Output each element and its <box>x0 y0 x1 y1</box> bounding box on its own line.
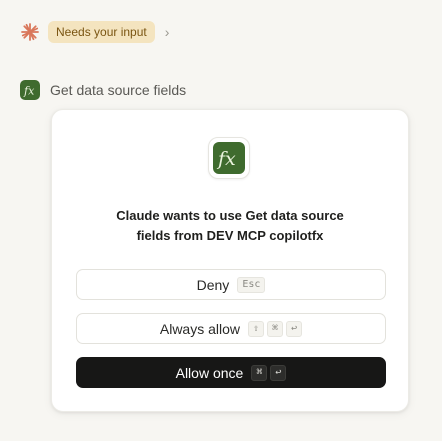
permission-title-line-1: Claude wants to use Get data source <box>116 208 344 223</box>
svg-text:fx: fx <box>216 148 236 170</box>
function-fx-icon: fx <box>20 80 40 100</box>
always-allow-label: Always allow <box>159 320 241 337</box>
deny-button[interactable]: Deny Esc <box>76 269 386 300</box>
status-row[interactable]: Needs your input › <box>20 20 169 44</box>
function-fx-icon: fx <box>213 142 245 174</box>
status-badge: Needs your input <box>48 21 155 43</box>
allow-once-button[interactable]: Allow once ⌘ ↩ <box>76 357 386 388</box>
always-allow-button[interactable]: Always allow ⇧ ⌘ ↩ <box>76 313 386 344</box>
tool-row: fx Get data source fields <box>20 79 186 101</box>
permission-title: Claude wants to use Get data source fiel… <box>72 206 388 246</box>
always-allow-shortcut: ⇧ ⌘ ↩ <box>248 320 303 337</box>
return-key-icon: ↩ <box>270 364 287 381</box>
svg-text:fx: fx <box>23 85 35 98</box>
deny-label: Deny <box>196 276 230 293</box>
allow-once-shortcut: ⌘ ↩ <box>251 364 287 381</box>
return-key-icon: ↩ <box>286 320 303 337</box>
tool-icon-frame: fx <box>208 137 250 179</box>
shift-key-icon: ⇧ <box>248 320 265 337</box>
command-key-icon: ⌘ <box>267 320 284 337</box>
permission-card: fx Claude wants to use Get data source f… <box>51 109 409 412</box>
claude-spark-icon <box>20 22 40 42</box>
permission-title-line-2: fields from DEV MCP copilotfx <box>136 228 324 243</box>
command-key-icon: ⌘ <box>251 364 268 381</box>
allow-once-label: Allow once <box>175 364 244 381</box>
tool-name: Get data source fields <box>50 82 187 98</box>
chevron-right-icon[interactable]: › <box>165 24 170 40</box>
esc-shortcut: Esc <box>237 276 266 293</box>
